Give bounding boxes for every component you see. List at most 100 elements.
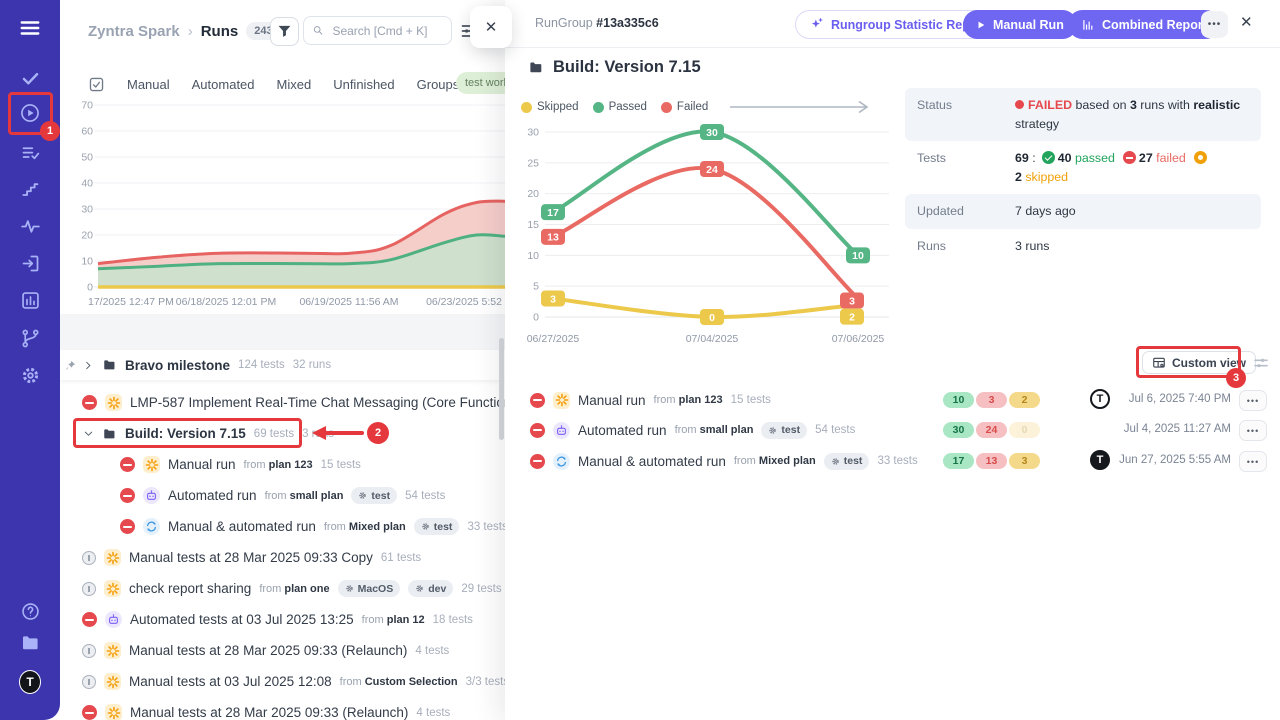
from-label: from: [362, 614, 384, 626]
branch-icon[interactable]: [19, 327, 41, 349]
custom-view-button[interactable]: Custom view: [1142, 351, 1256, 374]
tab-unfinished[interactable]: Unfinished: [333, 77, 394, 92]
svg-text:17: 17: [547, 207, 559, 219]
activity-pulse-icon[interactable]: [19, 215, 41, 237]
settings-gear-icon[interactable]: [19, 364, 41, 386]
steps-icon[interactable]: [19, 179, 41, 201]
from-label: from: [654, 394, 676, 406]
combined-report-button[interactable]: Combined Report: [1068, 10, 1220, 39]
run-from: from plan 12: [362, 614, 425, 626]
svg-text:30: 30: [527, 127, 539, 139]
import-icon[interactable]: [19, 252, 41, 274]
run-group-row[interactable]: Bravo milestone 124 tests 32 runs: [60, 350, 505, 380]
manual-run-icon: [105, 394, 122, 411]
run-tests-count: 15 tests: [731, 394, 771, 406]
help-icon[interactable]: [19, 600, 41, 622]
failed-count-pill: 3: [976, 392, 1007, 408]
info-row-status: Status FAILED based on 3 runs with reali…: [905, 88, 1261, 141]
svg-text:10: 10: [527, 250, 539, 262]
run-from: from plan 123: [244, 459, 313, 471]
search-icon: [312, 23, 324, 38]
env-tag: MacOS: [338, 580, 401, 597]
svg-text:70: 70: [81, 100, 93, 112]
more-options-button[interactable]: •••: [1201, 11, 1228, 38]
run-row[interactable]: Automated run from small plan test 54 te…: [60, 480, 505, 511]
run-row[interactable]: check report sharing from plan one MacOS…: [60, 573, 505, 604]
run-row[interactable]: Manual tests at 28 Mar 2025 09:33 (Relau…: [60, 635, 505, 666]
updated-value: 7 days ago: [1015, 202, 1076, 221]
svg-text:40: 40: [81, 178, 93, 190]
folder-icon: [102, 427, 117, 441]
tab-mixed[interactable]: Mixed: [277, 77, 312, 92]
passed-dot-icon: [593, 102, 604, 113]
rungroup-title-text: Build: Version 7.15: [553, 58, 701, 77]
manual-run-button[interactable]: Manual Run: [963, 10, 1077, 39]
left-scrollbar-thumb[interactable]: [499, 338, 504, 440]
run-row[interactable]: Manual run from plan 123 15 tests: [60, 449, 505, 480]
play-icon: [976, 20, 986, 30]
user-avatar[interactable]: T: [19, 671, 41, 693]
close-panel-icon[interactable]: ✕: [1240, 13, 1253, 31]
group-run-row[interactable]: Manual run from plan 123 15 tests 10 3 2…: [515, 385, 1270, 415]
run-name: Manual run: [578, 393, 646, 408]
rungroup-id: RunGroup #13a335c6: [535, 16, 659, 30]
manual-run-icon: [104, 673, 121, 690]
info-row-tests: Tests 69 :40 passed27 failed2 skipped: [905, 141, 1261, 194]
row-more-button[interactable]: •••: [1239, 451, 1267, 472]
svg-text:06/19/2025 11:56 AM: 06/19/2025 11:56 AM: [299, 296, 398, 308]
run-row[interactable]: LMP-587 Implement Real-Time Chat Messagi…: [60, 387, 505, 418]
select-runs-icon[interactable]: [88, 76, 105, 93]
tests-check-icon[interactable]: [19, 67, 41, 89]
gear-icon: [768, 426, 777, 435]
run-row[interactable]: Manual & automated run from Mixed plan t…: [60, 511, 505, 542]
view-filters-icon[interactable]: [1253, 355, 1269, 371]
run-date: Jul 6, 2025 7:40 PM: [1113, 393, 1231, 405]
runs-label: Runs: [917, 237, 1015, 256]
plan-name: Custom Selection: [365, 676, 458, 688]
from-label: from: [340, 676, 362, 688]
status-unfinished-icon: [82, 582, 96, 596]
run-name: Manual run: [168, 457, 236, 472]
tab-manual[interactable]: Manual: [127, 77, 170, 92]
menu-icon[interactable]: [19, 17, 41, 39]
search-input[interactable]: [330, 23, 443, 39]
svg-text:10: 10: [81, 256, 93, 268]
group-run-row[interactable]: Automated run from small plan test 54 te…: [515, 415, 1270, 445]
row-more-button[interactable]: •••: [1239, 390, 1267, 411]
svg-text:07/06/2025: 07/06/2025: [832, 333, 885, 345]
analytics-chart-icon[interactable]: [19, 289, 41, 311]
runs-play-icon[interactable]: [19, 102, 41, 124]
skipped-circle-icon: [1194, 151, 1207, 164]
run-from: from small plan: [675, 424, 754, 436]
run-row[interactable]: Automated tests at 03 Jul 2025 13:25 fro…: [60, 604, 505, 635]
run-row[interactable]: Manual tests at 28 Mar 2025 09:33 Copy 6…: [60, 542, 505, 573]
plans-checklist-icon[interactable]: [19, 142, 41, 164]
projects-folder-icon[interactable]: [19, 632, 41, 654]
run-name: Manual tests at 03 Jul 2025 12:08: [129, 674, 332, 689]
run-name: Automated run: [578, 423, 667, 438]
mixed-run-icon: [553, 453, 570, 470]
gear-icon: [415, 584, 424, 593]
breadcrumb-project[interactable]: Zyntra Spark: [88, 23, 180, 40]
tests-label: Tests: [917, 149, 1015, 186]
run-row[interactable]: Manual tests at 28 Mar 2025 09:33 (Relau…: [60, 697, 505, 720]
svg-text:20: 20: [527, 188, 539, 200]
tag-test-work[interactable]: test work: [456, 72, 505, 94]
chevron-right-icon[interactable]: [83, 359, 94, 372]
filter-button[interactable]: [270, 17, 299, 46]
chevron-down-icon[interactable]: [83, 427, 94, 440]
tab-groups[interactable]: Groups: [417, 77, 460, 92]
run-row[interactable]: Manual tests at 03 Jul 2025 12:08 from C…: [60, 666, 505, 697]
env-tag: dev: [408, 580, 453, 597]
group-run-row[interactable]: Manual & automated run from Mixed plan t…: [515, 446, 1270, 476]
breadcrumb-separator: ›: [188, 23, 193, 40]
svg-text:3: 3: [849, 295, 855, 307]
close-list-button[interactable]: ✕: [470, 6, 512, 48]
tab-automated[interactable]: Automated: [192, 77, 255, 92]
row-more-button[interactable]: •••: [1239, 420, 1267, 441]
run-tests-count: 61 tests: [381, 552, 421, 564]
run-name: Manual tests at 28 Mar 2025 09:33 (Relau…: [129, 643, 407, 658]
run-group-row-build[interactable]: Build: Version 7.15 69 tests 3 runs: [60, 418, 505, 449]
passed-count-pill: 30: [943, 422, 974, 438]
updated-label: Updated: [917, 202, 1015, 221]
